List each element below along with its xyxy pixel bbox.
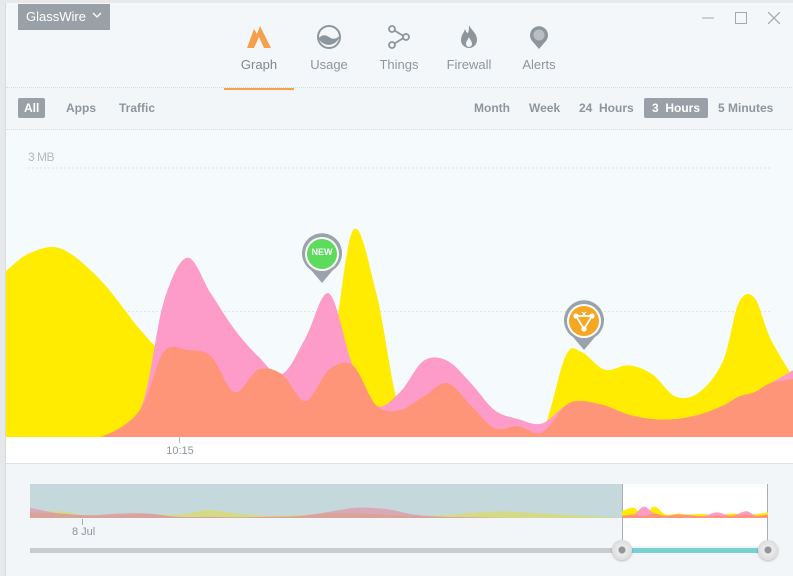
close-icon — [767, 11, 781, 29]
range-start-handle[interactable] — [612, 540, 632, 560]
glasswire-window: GlassWire Graph Usage Things Firewall Al… — [5, 3, 793, 576]
nav-tab-label: Firewall — [446, 57, 492, 72]
new-app-marker[interactable]: NEW — [301, 233, 343, 285]
view-tab-apps[interactable]: Apps — [60, 98, 102, 118]
time-axis: 10:15 — [6, 437, 793, 464]
x-tick-label: 10:15 — [166, 445, 194, 457]
main-nav: Graph Usage Things Firewall Alerts — [224, 23, 574, 90]
view-tab-traffic[interactable]: Traffic — [113, 98, 161, 118]
usage-bowl-icon — [315, 23, 343, 51]
maximize-icon — [735, 11, 747, 29]
range-end-handle[interactable] — [758, 540, 778, 560]
minimize-icon — [702, 11, 714, 29]
filter-bar: All Apps Traffic Month Week 24 Hours 3 H… — [6, 88, 793, 130]
traffic-chart-svg — [6, 167, 793, 437]
nav-tab-alerts[interactable]: Alerts — [504, 23, 574, 88]
firewall-flame-icon — [455, 23, 483, 51]
nav-tab-label: Things — [379, 57, 419, 72]
things-nodes-icon — [385, 23, 413, 51]
close-button[interactable] — [765, 11, 783, 29]
range-week[interactable]: Week — [523, 98, 566, 118]
app-menu-button[interactable]: GlassWire — [18, 4, 110, 30]
range-24-hours[interactable]: 24 Hours — [573, 98, 640, 118]
overview-tick-mark — [82, 519, 83, 525]
minimize-button[interactable] — [699, 11, 717, 29]
range-5-minutes[interactable]: 5 Minutes — [712, 98, 779, 118]
traffic-graph[interactable]: 3 MB NEW — [6, 130, 793, 464]
alerts-pin-icon — [525, 23, 553, 51]
nav-tab-label: Graph — [240, 57, 278, 72]
view-tab-all[interactable]: All — [18, 98, 46, 118]
range-month[interactable]: Month — [468, 98, 516, 118]
y-axis-label: 3 MB — [28, 150, 55, 164]
range-3-hours[interactable]: 3 Hours — [644, 98, 708, 118]
title-bar: GlassWire Graph Usage Things Firewall Al… — [6, 3, 793, 90]
x-tick-mark — [179, 437, 180, 443]
app-menu-label: GlassWire — [26, 9, 86, 24]
overview-selection-chart — [622, 506, 768, 518]
nav-tab-label: Usage — [310, 57, 348, 72]
nav-tab-label: Alerts — [522, 57, 556, 72]
new-app-marker-label: NEW — [311, 247, 333, 257]
nav-tab-firewall[interactable]: Firewall — [434, 23, 504, 88]
timeline-scrollbar-track[interactable] — [30, 548, 622, 553]
network-device-marker[interactable] — [563, 300, 605, 352]
nav-tab-usage[interactable]: Usage — [294, 23, 364, 88]
overview-date-label: 8 Jul — [72, 526, 96, 538]
chevron-down-icon — [92, 4, 102, 30]
nav-tab-graph[interactable]: Graph — [224, 23, 294, 90]
timeline-selected-range[interactable] — [622, 548, 768, 553]
graph-mountain-icon — [245, 23, 273, 51]
nav-tab-things[interactable]: Things — [364, 23, 434, 88]
maximize-button[interactable] — [732, 11, 750, 29]
